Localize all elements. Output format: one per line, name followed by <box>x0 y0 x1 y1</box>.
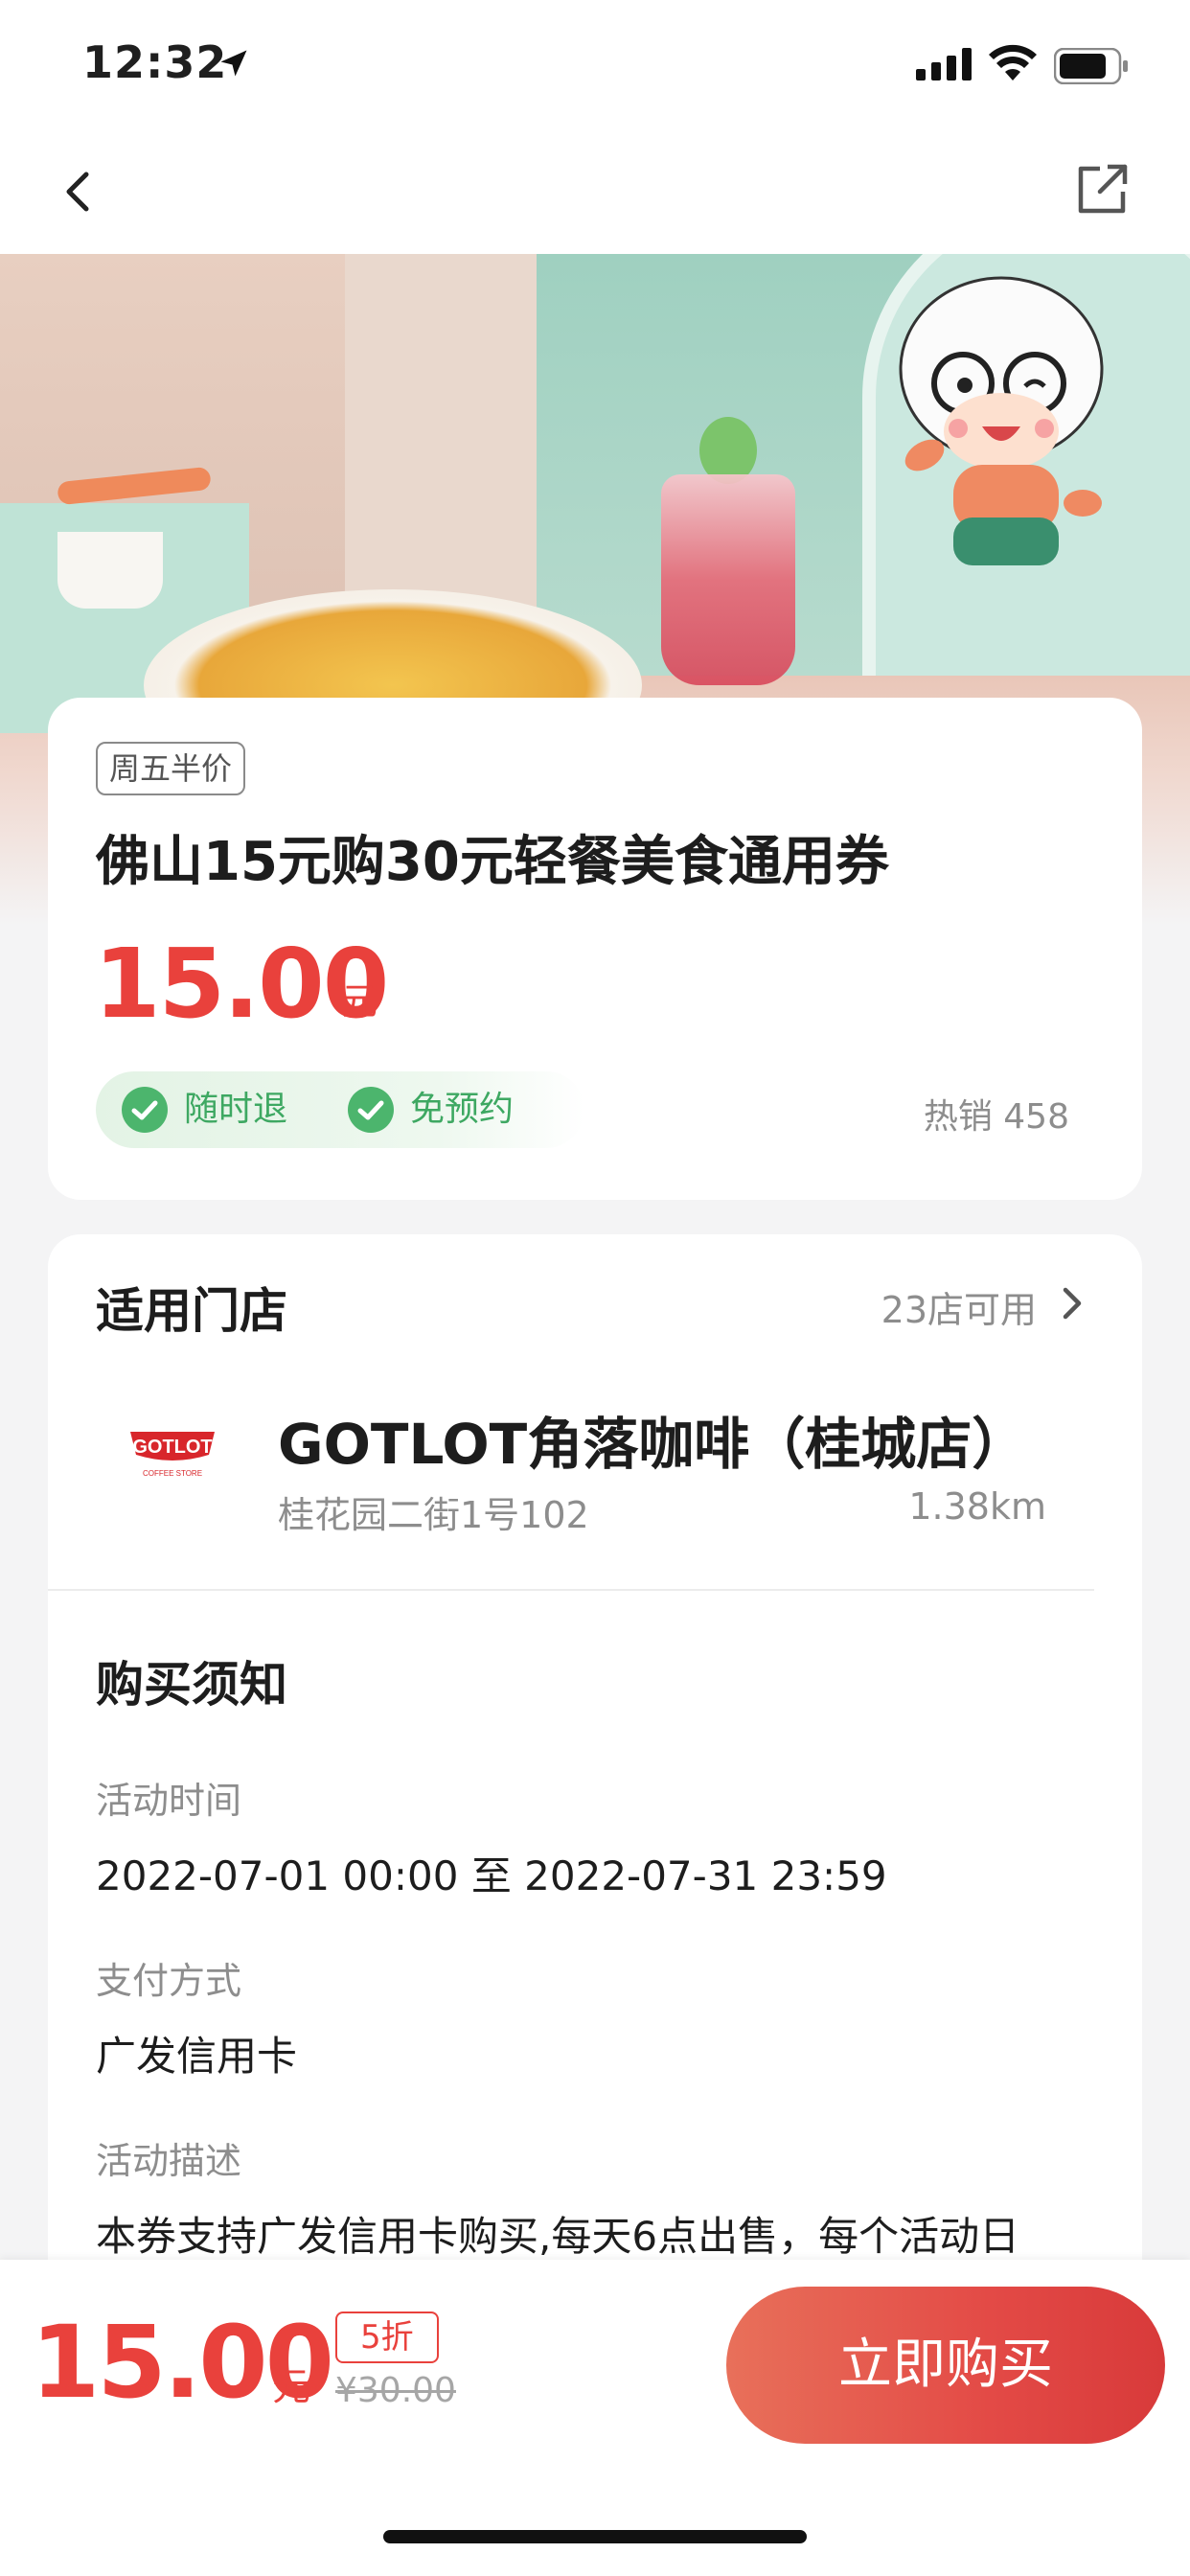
check-circle-icon <box>348 1087 394 1133</box>
store-name[interactable]: GOTLOT角落咖啡（桂城店） <box>278 1399 1027 1480</box>
nav-bar <box>0 134 1190 254</box>
notice-section-title: 购买须知 <box>96 1657 287 1713</box>
deal-price-unit: 元 <box>341 980 378 1023</box>
store-count-link[interactable]: 23店可用 <box>881 1280 1037 1333</box>
notice-label-payment: 支付方式 <box>96 1960 242 2002</box>
perks-pill: 随时退 免预约 <box>96 1071 584 1148</box>
back-chevron-icon[interactable] <box>48 163 105 220</box>
chevron-right-icon[interactable] <box>1056 1286 1087 1321</box>
perk-no-reservation: 免预约 <box>347 1086 514 1134</box>
cellular-signal-icon <box>916 48 972 80</box>
notice-value-time: 2022-07-01 00:00 至 2022-07-31 23:59 <box>96 1852 887 1899</box>
hot-sales-count: 热销 458 <box>923 1097 1069 1137</box>
buy-now-button[interactable]: 立即购买 <box>726 2287 1165 2444</box>
status-bar: 12:32 <box>0 0 1190 134</box>
share-external-icon[interactable] <box>1071 159 1133 220</box>
store-notice-card: 适用门店 23店可用 GOTLOT COFFEE STORE GOTLOT角落咖… <box>48 1234 1142 2346</box>
stores-section-title: 适用门店 <box>96 1283 287 1339</box>
perk-label: 免预约 <box>410 1090 515 1129</box>
drink-glass-image <box>661 474 795 685</box>
store-address: 桂花园二街1号102 <box>278 1494 589 1536</box>
mascot-illustration-icon <box>899 276 1104 565</box>
svg-text:COFFEE STORE: COFFEE STORE <box>143 1469 202 1478</box>
original-price: ¥30.00 <box>335 2371 456 2410</box>
divider <box>48 1589 1094 1591</box>
home-indicator <box>383 2530 807 2543</box>
battery-icon <box>1054 48 1128 84</box>
store-logo: GOTLOT COFFEE STORE <box>130 1432 215 1478</box>
status-time: 12:32 <box>82 36 228 88</box>
notice-value-payment: 广发信用卡 <box>96 2033 298 2080</box>
notice-label-description: 活动描述 <box>96 2140 242 2182</box>
discount-badge: 5折 <box>335 2312 439 2363</box>
notice-value-description: 本券支持广发信用卡购买,每天6点出售，每个活动日 <box>96 2213 1020 2260</box>
bottom-price-unit: 元 <box>272 2365 310 2409</box>
bottom-purchase-bar: 15.00 元 5折 ¥30.00 立即购买 <box>0 2260 1190 2576</box>
perk-refund: 随时退 <box>121 1086 287 1134</box>
wifi-icon <box>989 44 1037 80</box>
deal-title: 佛山15元购30元轻餐美食通用券 <box>96 831 889 893</box>
check-circle-icon <box>122 1087 168 1133</box>
promo-tag: 周五半价 <box>96 742 246 795</box>
perk-label: 随时退 <box>184 1090 288 1129</box>
location-arrow-icon <box>220 50 247 77</box>
notice-label-time: 活动时间 <box>96 1780 242 1822</box>
svg-text:GOTLOT: GOTLOT <box>132 1437 212 1458</box>
store-distance: 1.38km <box>908 1485 1046 1528</box>
deal-info-card: 周五半价 佛山15元购30元轻餐美食通用券 15.00 元 随时退 免预约 热销… <box>48 698 1142 1200</box>
